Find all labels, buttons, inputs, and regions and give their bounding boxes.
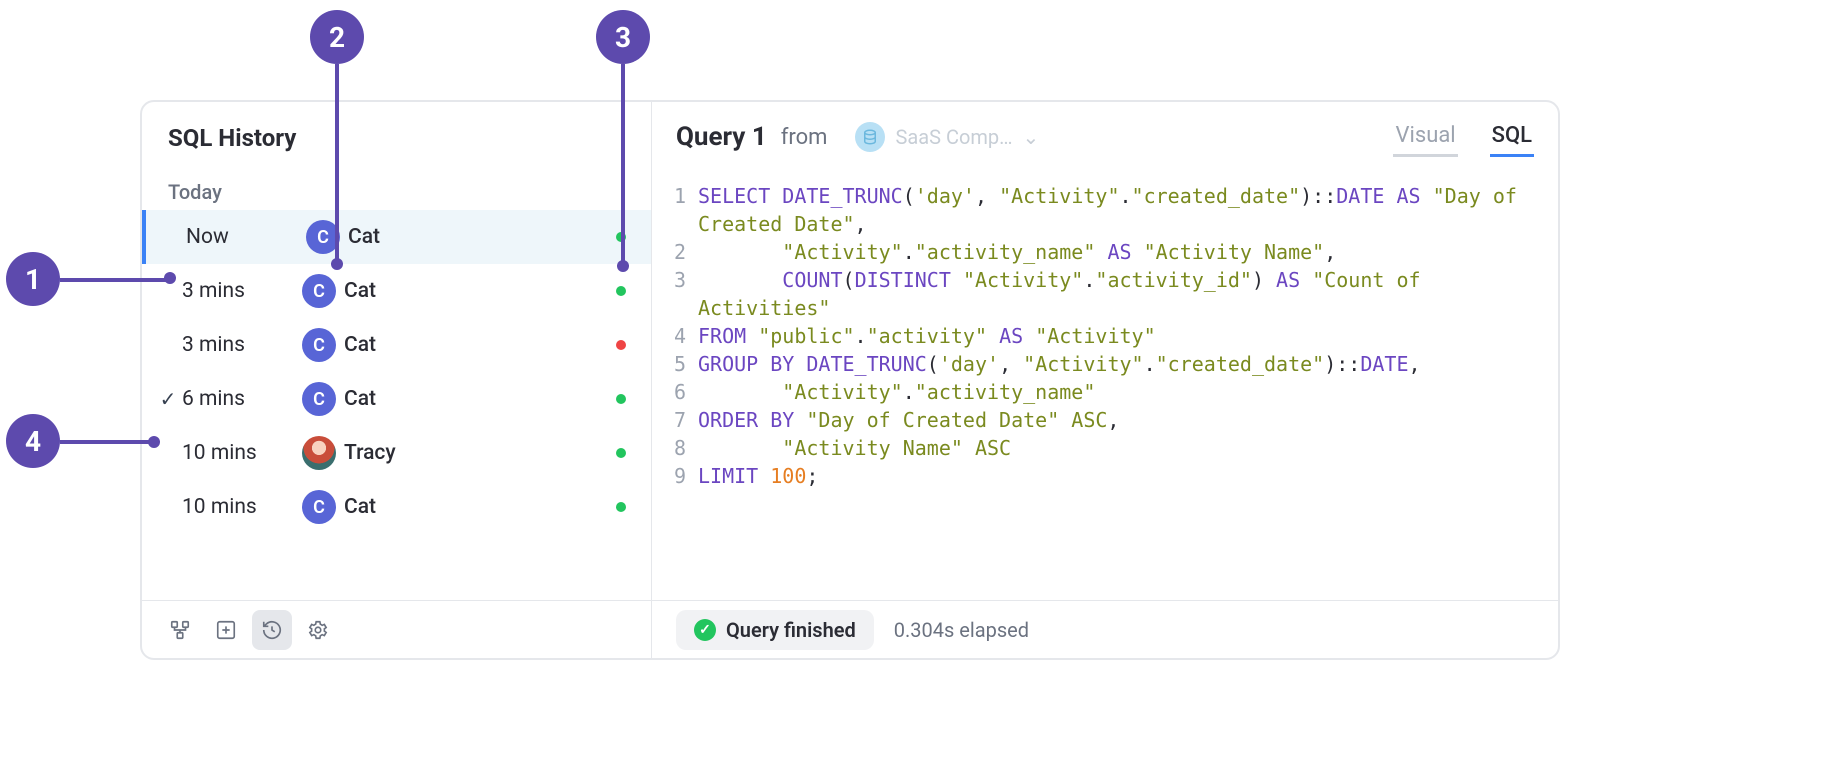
history-row-user: Cat: [348, 225, 609, 249]
history-row-time: 3 mins: [182, 333, 302, 357]
database-icon: [855, 122, 885, 152]
history-row-avatar: C: [302, 490, 344, 524]
sql-code[interactable]: SELECT DATE_TRUNC('day', "Activity"."cre…: [698, 182, 1558, 600]
main-area: Query 1 from SaaS Comp… ⌄ Visual SQL 1 2…: [652, 102, 1558, 658]
history-icon[interactable]: [252, 610, 292, 650]
annotation-badge-1: 1: [6, 252, 60, 306]
history-row-user: Tracy: [344, 441, 609, 465]
history-row[interactable]: 3 mins C Cat: [142, 264, 651, 318]
history-row-time: 10 mins: [182, 441, 302, 465]
status-dot-icon: [616, 502, 626, 512]
history-row[interactable]: 3 mins C Cat: [142, 318, 651, 372]
history-row-time: 10 mins: [182, 495, 302, 519]
history-row-user: Cat: [344, 495, 609, 519]
avatar-icon: [302, 436, 336, 470]
history-row[interactable]: 10 mins C Cat: [142, 480, 651, 534]
annotation-dot-1: [164, 272, 176, 284]
history-row-avatar: [302, 436, 344, 470]
annotation-badge-3: 3: [596, 10, 650, 64]
from-label: from: [781, 125, 828, 150]
sidebar-title: SQL History: [168, 124, 625, 152]
history-row-avatar: C: [302, 382, 344, 416]
history-row-time: Now: [186, 225, 306, 249]
query-elapsed: 0.304s elapsed: [894, 618, 1029, 642]
annotation-line-2: [335, 64, 339, 260]
annotation-dot-2: [331, 258, 343, 270]
annotation-dot-3: [617, 260, 629, 272]
tab-visual[interactable]: Visual: [1393, 117, 1457, 157]
history-row[interactable]: ✓ 6 mins C Cat: [142, 372, 651, 426]
annotation-dot-4: [148, 436, 160, 448]
history-row-avatar: C: [302, 274, 344, 308]
history-row-status: [609, 340, 633, 350]
history-row-status: [609, 286, 633, 296]
main-header: Query 1 from SaaS Comp… ⌄ Visual SQL: [652, 102, 1558, 172]
line-gutter: 1 23 456789: [652, 182, 698, 600]
sidebar-header: SQL History: [142, 102, 651, 166]
history-row-time: 6 mins: [182, 387, 302, 411]
history-row-indicator: ✓: [154, 387, 182, 411]
history-row-avatar: C: [306, 220, 348, 254]
chevron-down-icon: ⌄: [1023, 125, 1040, 149]
query-status-pill: ✓ Query finished: [676, 610, 874, 650]
sql-editor[interactable]: 1 23 456789 SELECT DATE_TRUNC('day', "Ac…: [652, 172, 1558, 600]
history-row-user: Cat: [344, 387, 609, 411]
settings-icon[interactable]: [298, 610, 338, 650]
history-row-time: 3 mins: [182, 279, 302, 303]
annotation-line-4: [60, 440, 150, 444]
panel-icon[interactable]: [206, 610, 246, 650]
main-footer: ✓ Query finished 0.304s elapsed: [652, 600, 1558, 658]
schema-icon[interactable]: [160, 610, 200, 650]
annotation-line-1: [60, 278, 166, 282]
status-dot-icon: [616, 340, 626, 350]
check-circle-icon: ✓: [694, 619, 716, 641]
history-group-label: Today: [142, 166, 651, 210]
app-panel: SQL History Today Now C Cat 3 mins C Cat…: [140, 100, 1560, 660]
history-row[interactable]: Now C Cat: [142, 210, 651, 264]
query-title: Query 1: [676, 122, 767, 152]
avatar-icon: C: [302, 328, 336, 362]
history-row[interactable]: 10 mins Tracy: [142, 426, 651, 480]
history-row-status: [609, 394, 633, 404]
history-list: Now C Cat 3 mins C Cat 3 mins C Cat ✓: [142, 210, 651, 600]
tab-sql[interactable]: SQL: [1490, 117, 1534, 157]
history-row-status: [609, 448, 633, 458]
datasource-picker[interactable]: SaaS Comp… ⌄: [841, 116, 1053, 158]
sidebar-toolbar: [142, 600, 651, 658]
avatar-icon: C: [302, 382, 336, 416]
datasource-name: SaaS Comp…: [895, 125, 1012, 149]
history-row-status: [609, 502, 633, 512]
avatar-icon: C: [302, 490, 336, 524]
history-row-user: Cat: [344, 333, 609, 357]
annotation-badge-4: 4: [6, 414, 60, 468]
sidebar: SQL History Today Now C Cat 3 mins C Cat…: [142, 102, 652, 658]
query-status-text: Query finished: [726, 618, 856, 642]
annotation-line-3: [621, 64, 625, 262]
history-row-avatar: C: [302, 328, 344, 362]
status-dot-icon: [616, 448, 626, 458]
annotation-badge-2: 2: [310, 10, 364, 64]
avatar-icon: C: [302, 274, 336, 308]
history-row-user: Cat: [344, 279, 609, 303]
status-dot-icon: [616, 394, 626, 404]
status-dot-icon: [616, 286, 626, 296]
